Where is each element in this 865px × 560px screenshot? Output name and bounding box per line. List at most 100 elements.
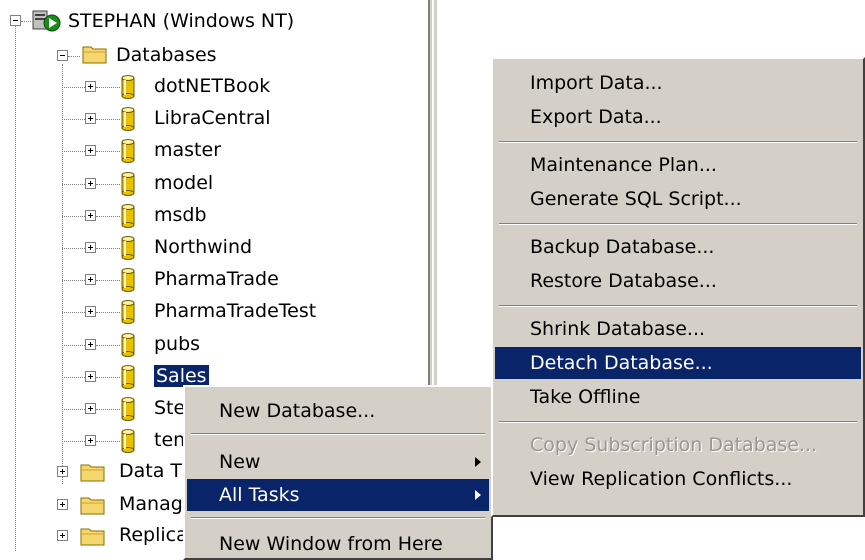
- tree-connector: [15, 26, 16, 551]
- tree-connector: [62, 345, 85, 346]
- menu-item-new-window[interactable]: New Window from Here: [187, 528, 489, 560]
- database-label: Ste: [154, 397, 186, 419]
- expand-icon[interactable]: [85, 274, 96, 285]
- expand-icon[interactable]: [57, 499, 68, 510]
- expand-icon[interactable]: [57, 530, 68, 541]
- expand-icon[interactable]: [85, 306, 96, 317]
- tree-connector: [96, 409, 120, 410]
- tree-connector: [62, 248, 85, 249]
- database-label: PharmaTradeTest: [154, 300, 317, 322]
- database-icon: [121, 429, 135, 453]
- expand-icon[interactable]: [85, 113, 96, 124]
- tree-item-database[interactable]: model: [154, 168, 213, 198]
- tree-item-database[interactable]: dotNETBook: [154, 71, 270, 101]
- tree-connector: [96, 184, 120, 185]
- database-label: Sales: [154, 365, 209, 387]
- expand-icon[interactable]: [85, 435, 96, 446]
- database-label: model: [154, 172, 214, 194]
- submenu-item[interactable]: View Replication Conflicts...: [495, 463, 861, 495]
- tree-connector: [96, 151, 120, 152]
- menu-item-all-tasks[interactable]: All Tasks: [187, 479, 489, 511]
- database-label: LibraCentral: [154, 107, 271, 129]
- tree-connector: [62, 441, 85, 442]
- tree-item-server[interactable]: STEPHAN (Windows NT): [68, 6, 294, 36]
- menu-item-label: Take Offline: [530, 386, 641, 408]
- tree-item-database[interactable]: ten: [154, 425, 185, 455]
- expand-icon[interactable]: [85, 242, 96, 253]
- database-icon: [121, 172, 135, 196]
- tree-item-folder[interactable]: Data Ti: [119, 456, 187, 486]
- tree-item-database[interactable]: Ste: [154, 393, 185, 423]
- database-icon: [121, 365, 135, 389]
- submenu-item[interactable]: Shrink Database...: [495, 313, 861, 345]
- submenu-item[interactable]: Generate SQL Script...: [495, 183, 861, 215]
- tree-item-database[interactable]: PharmaTradeTest: [154, 296, 316, 326]
- collapse-icon[interactable]: [10, 15, 21, 26]
- tree-connector: [96, 87, 120, 88]
- submenu-item[interactable]: Export Data...: [495, 101, 861, 133]
- context-menu: New Database... New All Tasks New Window…: [183, 385, 493, 560]
- submenu-item[interactable]: Maintenance Plan...: [495, 149, 861, 181]
- menu-item-label: New: [219, 451, 261, 473]
- database-label: pubs: [154, 333, 201, 355]
- tree-item-folder[interactable]: Replica: [119, 520, 188, 550]
- menu-item-label: Detach Database...: [530, 352, 713, 374]
- menu-item-label: Backup Database...: [530, 236, 715, 258]
- menu-separator: [499, 223, 857, 225]
- tree-item-database[interactable]: master: [154, 135, 221, 165]
- tree-item-database[interactable]: LibraCentral: [154, 103, 271, 133]
- database-label: msdb: [154, 204, 207, 226]
- database-icon: [121, 268, 135, 292]
- submenu-item[interactable]: Detach Database...: [495, 347, 861, 379]
- menu-item-label: Import Data...: [530, 72, 663, 94]
- tree-connector: [62, 280, 85, 281]
- menu-item-new-database[interactable]: New Database...: [187, 395, 489, 427]
- database-label: dotNETBook: [154, 75, 271, 97]
- submenu-item[interactable]: Take Offline: [495, 381, 861, 413]
- expand-icon[interactable]: [85, 178, 96, 189]
- tree-item-databases[interactable]: Databases: [116, 40, 217, 70]
- expand-icon[interactable]: [57, 466, 68, 477]
- tree-item-database[interactable]: PharmaTrade: [154, 264, 279, 294]
- tree-connector: [68, 56, 80, 57]
- folder-label: Data Ti: [119, 460, 187, 482]
- menu-item-label: New Window from Here: [219, 533, 443, 555]
- tree-connector: [96, 216, 120, 217]
- collapse-icon[interactable]: [57, 50, 68, 61]
- database-icon: [121, 397, 135, 421]
- folder-icon: [80, 528, 105, 546]
- menu-item-new[interactable]: New: [187, 446, 489, 478]
- menu-item-label: Restore Database...: [530, 270, 717, 292]
- menu-separator: [499, 305, 857, 307]
- menu-item-label: Generate SQL Script...: [530, 188, 742, 210]
- tree-connector: [62, 119, 85, 120]
- tree-connector: [21, 21, 31, 22]
- folder-icon: [80, 464, 105, 482]
- expand-icon[interactable]: [85, 210, 96, 221]
- tree-connector: [96, 248, 120, 249]
- tree-connector: [62, 151, 85, 152]
- server-label: STEPHAN (Windows NT): [68, 10, 295, 32]
- tree-connector: [62, 64, 63, 484]
- tree-item-folder[interactable]: Manag: [119, 489, 183, 519]
- tree-connector: [62, 377, 85, 378]
- tree-item-database[interactable]: pubs: [154, 329, 200, 359]
- tree-item-database[interactable]: Northwind: [154, 232, 252, 262]
- tree-item-database[interactable]: msdb: [154, 200, 207, 230]
- submenu-item[interactable]: Import Data...: [495, 67, 861, 99]
- expand-icon[interactable]: [85, 145, 96, 156]
- submenu-item[interactable]: Restore Database...: [495, 265, 861, 297]
- menu-item-label: Shrink Database...: [530, 318, 706, 340]
- expand-icon[interactable]: [85, 371, 96, 382]
- menu-item-label: New Database...: [219, 400, 376, 422]
- expand-icon[interactable]: [85, 339, 96, 350]
- tree-connector: [96, 377, 120, 378]
- expand-icon[interactable]: [85, 81, 96, 92]
- expand-icon[interactable]: [85, 403, 96, 414]
- tree-connector: [96, 119, 120, 120]
- tree-connector: [96, 312, 120, 313]
- menu-item-label: All Tasks: [219, 484, 300, 506]
- database-icon: [121, 300, 135, 324]
- folder-icon: [80, 497, 105, 515]
- submenu-item[interactable]: Backup Database...: [495, 231, 861, 263]
